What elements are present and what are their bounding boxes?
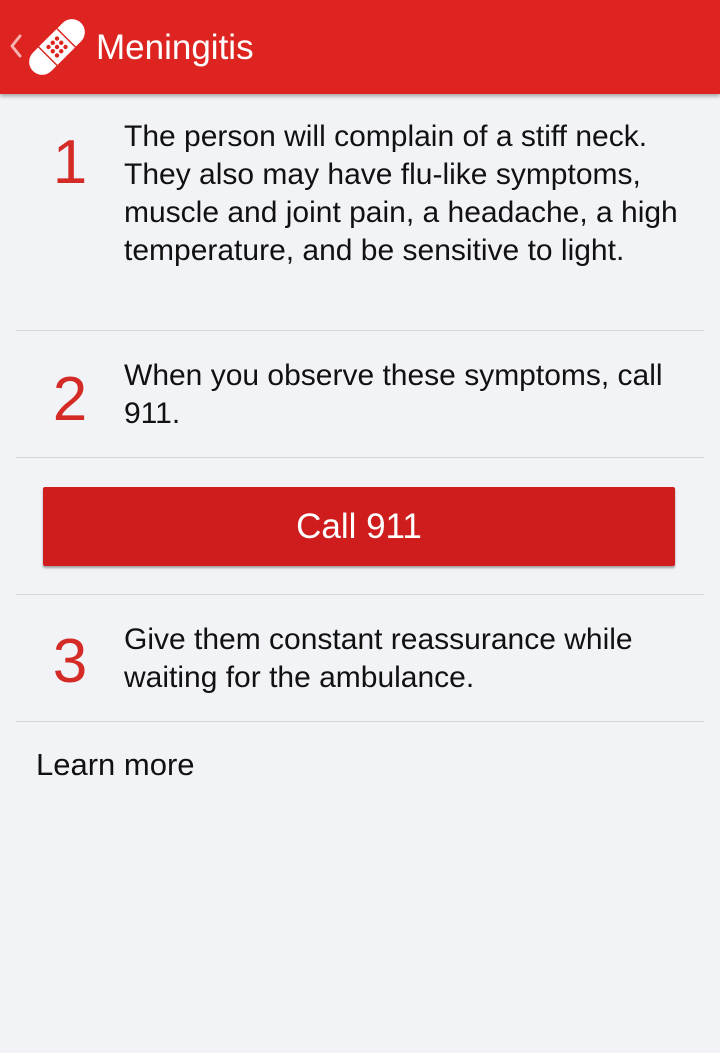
call-911-button[interactable]: Call 911 <box>43 487 675 566</box>
call-section: Call 911 <box>16 458 704 595</box>
app-bar: Meningitis <box>0 0 720 94</box>
step-text: The person will complain of a stiff neck… <box>124 120 678 267</box>
step-text: When you observe these symptoms, call 91… <box>124 359 663 430</box>
step-number: 2 <box>52 365 88 434</box>
page-title: Meningitis <box>96 28 254 67</box>
step-item-1: 1 The person will complain of a stiff ne… <box>16 94 704 331</box>
step-text: Give them constant reassurance while wai… <box>124 623 633 694</box>
step-number: 1 <box>52 128 88 197</box>
step-item-2: 2 When you observe these symptoms, call … <box>16 331 704 458</box>
bandage-icon <box>29 19 85 75</box>
steps-list: 1 The person will complain of a stiff ne… <box>0 94 720 722</box>
step-number: 3 <box>52 627 88 696</box>
learn-more-link[interactable]: Learn more <box>36 745 195 785</box>
step-item-3: 3 Give them constant reassurance while w… <box>16 595 704 722</box>
chevron-left-icon[interactable] <box>4 28 26 64</box>
